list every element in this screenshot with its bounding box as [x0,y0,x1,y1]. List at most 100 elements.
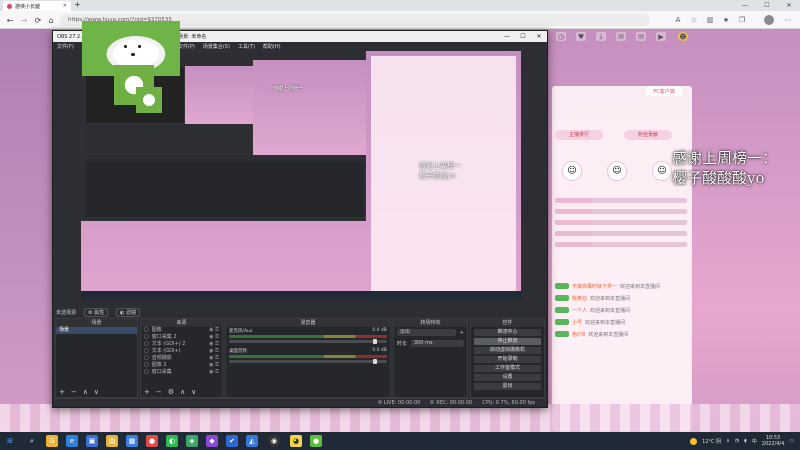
move-up-icon[interactable]: ∧ [83,388,88,396]
nav-icon-2[interactable]: ♥ [576,32,586,41]
source-item[interactable]: ▢ 音频捕获 ◉ ⚿ [141,355,222,362]
properties-button[interactable]: ⚙ 属性 [84,307,109,317]
tray-chevron-icon[interactable]: ∧ [726,438,730,444]
huya-taskbar-icon[interactable]: ◕ [290,435,302,447]
app-icon[interactable]: ● [310,435,322,447]
chat-username[interactable]: 不做高鹰时就下界一 [572,283,617,290]
move-down-icon[interactable]: ∨ [191,388,196,396]
control-button[interactable]: 启动虚拟摄像机 [473,347,542,354]
move-up-icon[interactable]: ∧ [180,388,185,396]
move-down-icon[interactable]: ∨ [94,388,99,396]
nav-icon-5[interactable]: ✉ [636,32,646,41]
pc-client-button[interactable]: PC客户端 [645,86,683,96]
control-button[interactable]: 推流中心 [473,329,542,336]
panel-tab-rank[interactable]: 主播排行 [555,130,603,140]
favorite-star-icon[interactable]: ☆ [688,14,700,26]
add-scene-icon[interactable]: + [59,388,65,396]
favorites-list-icon[interactable]: ★ [720,14,732,26]
more-menu-icon[interactable]: ⋯ [782,14,794,26]
volume-slider[interactable] [228,359,387,364]
visibility-lock-icon[interactable]: ◉ ⚿ [209,369,219,376]
nav-icon-4[interactable]: ✉ [616,32,626,41]
file-explorer-icon[interactable]: ▤ [106,435,118,447]
home-icon[interactable]: ⌂ [45,14,57,26]
panel-tab-fans[interactable]: 粉丝贡献 [624,130,672,140]
remove-scene-icon[interactable]: − [71,388,77,396]
visibility-lock-icon[interactable]: ◉ ⚿ [209,327,219,334]
network-icon[interactable]: ◔ [735,438,739,444]
weather-text[interactable]: 12°C 阴 [702,438,721,445]
fan-avatar-icon[interactable]: ☺ [652,161,672,181]
slider-handle[interactable] [372,359,377,364]
obs-taskbar-icon[interactable]: ◉ [268,435,280,447]
browser-tab[interactable]: 游侠小长腿 ✕ [3,1,71,11]
visibility-lock-icon[interactable]: ◉ ⚿ [209,355,219,362]
chat-username[interactable]: 用户8 [572,331,585,338]
app-icon[interactable]: ▣ [86,435,98,447]
source-item[interactable]: ▢ 窗口采集 ◉ ⚿ [141,369,222,376]
ime-icon[interactable]: 中 [752,438,757,445]
source-item[interactable]: ▢ 文本 (GDI+) 2 ◉ ⚿ [141,341,222,348]
visibility-lock-icon[interactable]: ◉ ⚿ [209,348,219,355]
source-item[interactable]: ▢ 图像 2 ◉ ⚿ [141,362,222,369]
app-icon[interactable]: ✔ [226,435,238,447]
profile-avatar[interactable] [764,15,774,25]
edge-browser-icon[interactable]: e [66,435,78,447]
slider-handle[interactable] [372,339,377,344]
tab-close-icon[interactable]: ✕ [63,3,67,9]
nav-icon-1[interactable]: ◷ [556,32,566,41]
taskbar-clock[interactable]: 10:53 2022/4/4 [762,435,784,447]
collections-icon[interactable]: ❐ [736,14,748,26]
app-icon[interactable]: G [46,435,58,447]
app-icon[interactable]: ◈ [186,435,198,447]
fan-avatar-icon[interactable]: ☺ [562,161,582,181]
maximize-button[interactable]: ☐ [756,0,778,11]
wechat-icon[interactable]: ◐ [166,435,178,447]
nav-icon-3[interactable]: ⤓ [596,32,606,41]
app-icon[interactable]: ◭ [246,435,258,447]
forward-icon[interactable]: → [18,14,30,26]
notifications-icon[interactable]: ▭ [789,438,794,444]
transition-select[interactable]: 淡出 [396,329,456,336]
obs-menu-item[interactable]: 场景集合(S) [203,43,230,50]
chat-username[interactable]: 陈奥伯 [572,295,587,302]
add-transition-icon[interactable]: + [460,330,464,336]
source-settings-icon[interactable]: ⚙ [168,388,174,396]
volume-slider[interactable] [228,339,387,344]
obs-menu-item[interactable]: 帮助(H) [263,43,281,50]
close-button[interactable]: ✕ [778,0,800,11]
control-button[interactable]: 开始录制 [473,356,542,363]
reader-icon[interactable]: A [672,14,684,26]
source-item[interactable]: ▢ 窗口采集 2 ◉ ⚿ [141,334,222,341]
app-icon[interactable]: ◆ [206,435,218,447]
volume-icon[interactable]: ◖ [744,438,747,444]
obs-menu-item[interactable]: 工具(T) [238,43,255,50]
filters-button[interactable]: ◐ 滤镜 [116,307,141,317]
obs-menu-item[interactable]: 文件(F) [57,43,74,50]
source-item[interactable]: ▢ 图像 ◉ ⚿ [141,327,222,334]
control-button[interactable]: 工作室模式 [473,365,542,372]
obs-close-button[interactable]: ✕ [531,31,547,42]
minimize-button[interactable]: — [734,0,756,11]
chat-username[interactable]: 一个人 [572,307,587,314]
scene-item[interactable]: 场景 [56,327,137,334]
new-tab-button[interactable]: + [74,0,81,9]
remove-source-icon[interactable]: − [156,388,162,396]
source-item[interactable]: ▢ 文本 (GDI+) ◉ ⚿ [141,348,222,355]
app-icon[interactable]: ▦ [126,435,138,447]
windows-start-icon[interactable]: ⊞ [4,435,16,447]
reload-icon[interactable]: ⟳ [32,14,44,26]
control-button[interactable]: 停止推流 [473,338,542,345]
chat-username[interactable]: 小号 [572,319,582,326]
user-avatar-nav[interactable]: ☻ [678,32,688,41]
app-icon[interactable]: ● [146,435,158,447]
split-screen-icon[interactable]: ▥ [704,14,716,26]
back-icon[interactable]: ← [4,14,16,26]
visibility-lock-icon[interactable]: ◉ ⚿ [209,362,219,369]
obs-minimize-button[interactable]: — [499,31,515,42]
control-button[interactable]: 设置 [473,374,542,381]
control-button[interactable]: 退出 [473,383,542,390]
duration-field[interactable]: 300 ms [410,340,464,347]
fan-avatar-icon[interactable]: ☺ [607,161,627,181]
search-icon[interactable]: ⌕ [26,435,38,447]
